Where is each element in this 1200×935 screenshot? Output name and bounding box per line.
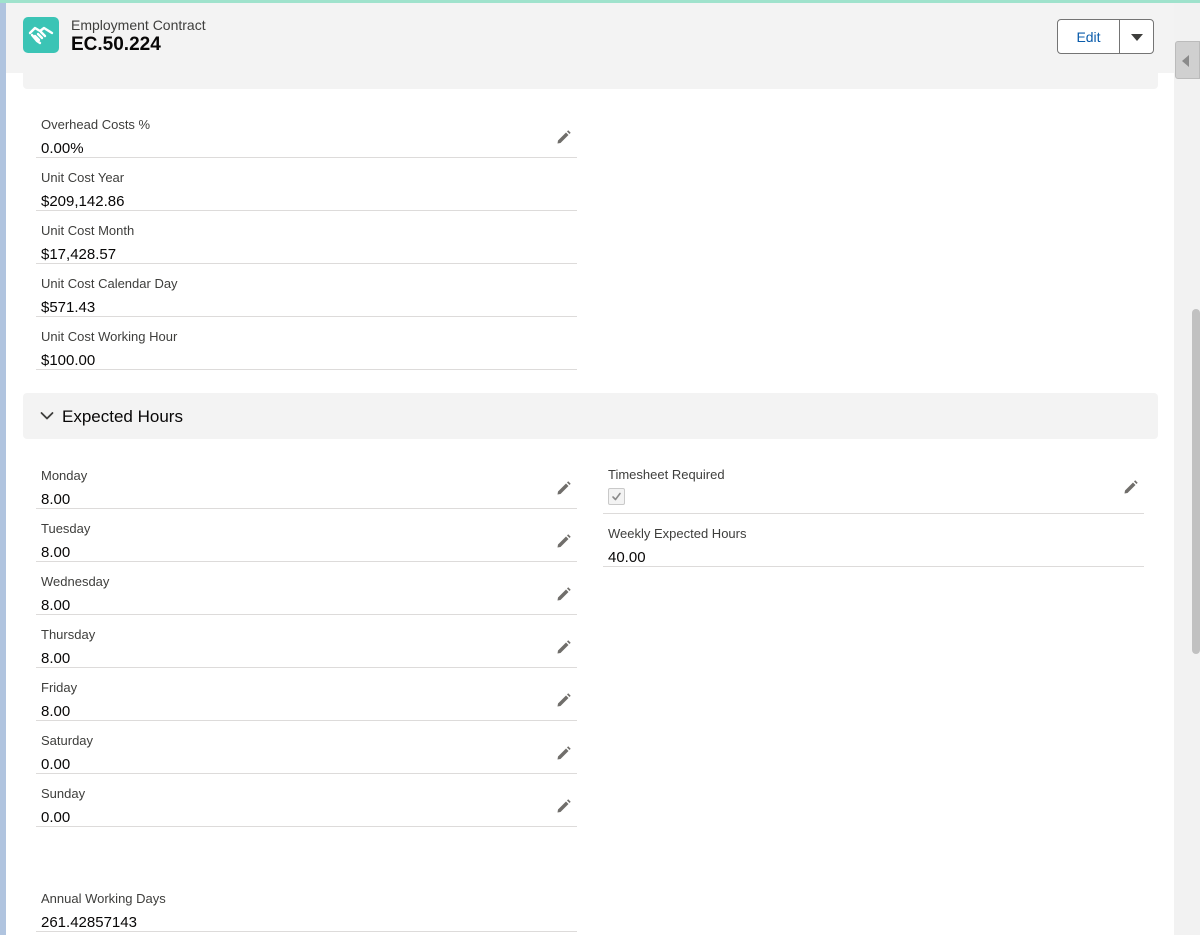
field-value: 8.00 — [41, 650, 71, 667]
field-label: Timesheet Required — [608, 467, 725, 482]
field-label: Saturday — [41, 733, 94, 748]
scrollbar-thumb[interactable] — [1192, 309, 1200, 654]
timesheet-required-checkbox — [608, 488, 625, 505]
field-label: Overhead Costs % — [41, 117, 151, 132]
field-row: Unit Cost Year $209,142.86 — [36, 158, 577, 211]
pencil-icon[interactable] — [556, 130, 571, 145]
annual-working-days-field: Annual Working Days 261.42857143 — [36, 879, 577, 932]
pencil-icon[interactable] — [556, 746, 571, 761]
field-row: Saturday 0.00 — [36, 721, 577, 774]
timesheet-required-field: Timesheet Required — [603, 455, 1144, 514]
field-value: $209,142.86 — [41, 193, 125, 210]
expected-hours-section-header[interactable]: Expected Hours — [23, 393, 1158, 439]
field-label: Wednesday — [41, 574, 110, 589]
field-value: $571.43 — [41, 299, 96, 316]
field-value: 8.00 — [41, 491, 71, 508]
field-row: Unit Cost Month $17,428.57 — [36, 211, 577, 264]
field-value: $100.00 — [41, 352, 96, 369]
field-row: Monday 8.00 — [36, 456, 577, 509]
field-value: 0.00 — [41, 756, 71, 773]
pencil-icon[interactable] — [556, 693, 571, 708]
pencil-icon[interactable] — [556, 799, 571, 814]
field-label: Friday — [41, 680, 78, 695]
scrollbar-track[interactable] — [1174, 3, 1200, 935]
field-row: Tuesday 8.00 — [36, 509, 577, 562]
field-value: 8.00 — [41, 597, 71, 614]
record-title: EC.50.224 — [71, 34, 161, 55]
section-title: Expected Hours — [62, 407, 183, 426]
record-detail-panel: Employment Contract EC.50.224 Edit Overh… — [6, 0, 1174, 935]
pencil-icon[interactable] — [556, 640, 571, 655]
field-label: Unit Cost Month — [41, 223, 135, 238]
edit-button[interactable]: Edit — [1058, 20, 1120, 53]
handshake-icon — [23, 17, 59, 53]
field-row: Wednesday 8.00 — [36, 562, 577, 615]
field-label: Tuesday — [41, 521, 91, 536]
more-actions-button[interactable] — [1120, 20, 1153, 53]
action-button-group: Edit — [1057, 19, 1154, 54]
field-label: Unit Cost Year — [41, 170, 125, 185]
top-accent-bar — [0, 0, 1200, 3]
field-label: Sunday — [41, 786, 86, 801]
checkmark-icon — [612, 492, 621, 501]
field-label: Weekly Expected Hours — [608, 526, 747, 541]
field-row: Overhead Costs % 0.00% — [36, 105, 577, 158]
record-header: Employment Contract EC.50.224 Edit — [6, 3, 1174, 73]
field-value: 8.00 — [41, 703, 71, 720]
field-value: 261.42857143 — [41, 914, 137, 931]
field-value: 0.00 — [41, 809, 71, 826]
field-label: Monday — [41, 468, 88, 483]
chevron-left-icon — [1182, 55, 1189, 67]
field-row: Unit Cost Working Hour $100.00 — [36, 317, 577, 370]
pencil-icon[interactable] — [1123, 480, 1138, 495]
object-name: Employment Contract — [71, 17, 206, 33]
field-row: Thursday 8.00 — [36, 615, 577, 668]
chevron-down-icon — [1131, 34, 1143, 41]
field-label: Unit Cost Calendar Day — [41, 276, 178, 291]
field-value: $17,428.57 — [41, 246, 117, 263]
weekly-expected-hours-field: Weekly Expected Hours 40.00 — [603, 514, 1144, 567]
field-row: Unit Cost Calendar Day $571.43 — [36, 264, 577, 317]
field-value: 40.00 — [608, 549, 646, 566]
pencil-icon[interactable] — [556, 534, 571, 549]
pencil-icon[interactable] — [556, 587, 571, 602]
field-row: Sunday 0.00 — [36, 774, 577, 827]
field-value: 8.00 — [41, 544, 71, 561]
field-row: Friday 8.00 — [36, 668, 577, 721]
field-label: Unit Cost Working Hour — [41, 329, 178, 344]
collapse-panel-tab[interactable] — [1175, 41, 1200, 79]
chevron-down-icon — [40, 412, 54, 420]
pencil-icon[interactable] — [556, 481, 571, 496]
field-label: Annual Working Days — [41, 891, 166, 906]
field-value: 0.00% — [41, 140, 84, 157]
field-label: Thursday — [41, 627, 96, 642]
